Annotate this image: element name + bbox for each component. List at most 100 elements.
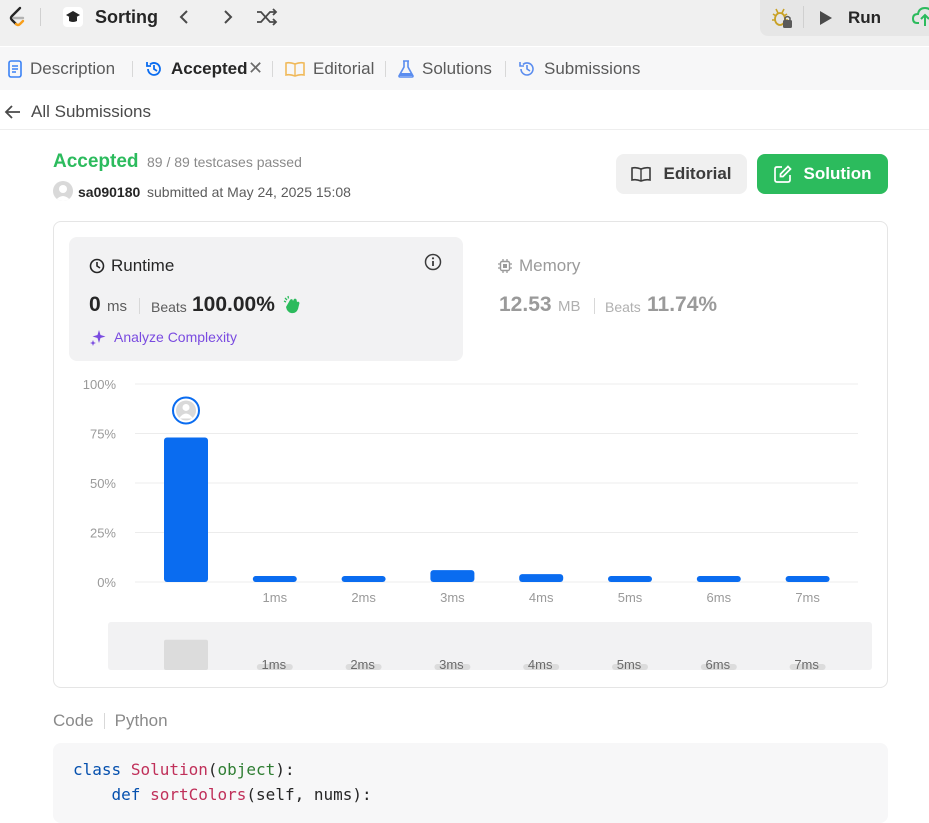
divider — [505, 61, 506, 77]
range-selector-bar — [164, 639, 208, 670]
memory-beats-value: 11.74% — [647, 293, 718, 316]
divider — [594, 298, 595, 314]
chart-bar — [785, 576, 830, 582]
range-selector-label: 3ms — [439, 657, 464, 672]
range-selector-label: 6ms — [706, 657, 731, 672]
tab-accepted[interactable]: Accepted — [145, 57, 248, 81]
chevron-left-icon — [179, 10, 188, 24]
tab-label: Editorial — [313, 59, 375, 78]
x-tick-label: 6ms — [707, 590, 732, 605]
runtime-title: Runtime — [89, 256, 174, 276]
x-tick-label: 4ms — [529, 590, 554, 605]
book-icon — [285, 61, 305, 77]
divider — [40, 8, 41, 26]
code-header: Code Python — [53, 711, 168, 731]
range-selector-label: 1ms — [262, 657, 287, 672]
tab-label: Submissions — [544, 59, 641, 78]
analyze-complexity-link[interactable]: Analyze Complexity — [89, 328, 237, 346]
range-selector-label: 4ms — [528, 657, 553, 672]
runtime-unit: ms — [107, 298, 127, 315]
debugger-icon[interactable] — [768, 5, 794, 31]
chart-bar — [164, 437, 208, 582]
editorial-button[interactable]: Editorial — [616, 154, 747, 194]
tab-label: Accepted — [171, 59, 248, 78]
random-problem-button[interactable] — [254, 4, 280, 30]
username[interactable]: sa090180 — [78, 184, 140, 200]
chart-bar — [252, 576, 297, 582]
range-selector-label: 2ms — [350, 657, 375, 672]
tab-label: Solutions — [422, 59, 492, 78]
chevron-right-icon — [224, 10, 233, 24]
memory-title-label: Memory — [519, 256, 581, 275]
runtime-value: 0 — [89, 293, 101, 316]
chart-bar — [519, 574, 564, 582]
memory-value: 12.53 — [499, 293, 552, 316]
testcases-passed: 89 / 89 testcases passed — [147, 154, 302, 170]
divider — [103, 713, 105, 729]
tab-editorial[interactable]: Editorial — [285, 57, 374, 81]
clock-icon — [89, 258, 105, 274]
divider — [139, 298, 140, 314]
arrow-left-icon[interactable] — [3, 102, 23, 122]
all-submissions-link[interactable]: All Submissions — [31, 102, 151, 122]
leetcode-logo-icon[interactable] — [6, 5, 30, 29]
y-tick-label: 50% — [90, 476, 116, 491]
y-tick-label: 75% — [90, 427, 116, 442]
history-icon — [519, 62, 534, 76]
book-icon — [631, 166, 652, 182]
next-problem-button[interactable] — [215, 4, 241, 30]
code-line-2: def sortColors(self, nums): — [111, 785, 372, 804]
runtime-beats-value: 100.00% — [192, 293, 275, 316]
solution-button[interactable]: Solution — [757, 154, 888, 194]
code-section-label: Code — [53, 711, 94, 730]
submission-status: Accepted — [53, 151, 139, 172]
problem-list-icon[interactable] — [62, 6, 84, 28]
solution-button-label: Solution — [803, 164, 872, 183]
y-tick-label: 0% — [97, 575, 116, 590]
edit-icon — [773, 165, 792, 183]
memory-tab[interactable]: Memory — [497, 256, 580, 276]
document-icon — [8, 60, 22, 78]
x-tick-label: 7ms — [795, 590, 820, 605]
cloud-upload-icon[interactable] — [912, 4, 929, 30]
avatar[interactable] — [53, 181, 73, 201]
back-row: All Submissions — [0, 96, 929, 130]
y-tick-label: 100% — [83, 377, 117, 392]
code-language: Python — [114, 711, 168, 730]
divider — [132, 61, 133, 77]
run-label: Run — [848, 8, 882, 27]
problem-list-title[interactable]: Sorting — [95, 7, 158, 28]
tab-bar: Description Accepted ✕ Editorial Solutio… — [0, 47, 929, 90]
divider — [272, 61, 273, 77]
code-line-1: class Solution(object): — [73, 760, 295, 779]
divider — [385, 61, 386, 77]
memory-beats-label: Beats — [605, 299, 641, 315]
top-bar: Sorting Run — [0, 0, 929, 46]
tab-solutions[interactable]: Solutions — [398, 57, 492, 81]
memory-unit: MB — [558, 298, 581, 315]
play-icon — [820, 11, 832, 25]
x-tick-label: 3ms — [440, 590, 465, 605]
analyze-complexity-label: Analyze Complexity — [114, 329, 237, 345]
editorial-button-label: Editorial — [663, 164, 732, 183]
chart-bar — [608, 576, 652, 582]
run-button[interactable]: Run — [816, 4, 896, 32]
chart-bar — [430, 570, 475, 582]
tab-description[interactable]: Description — [8, 57, 115, 81]
info-icon[interactable] — [424, 253, 442, 271]
range-selector-label: 5ms — [617, 657, 642, 672]
prev-problem-button[interactable] — [171, 4, 197, 30]
tab-submissions[interactable]: Submissions — [518, 57, 640, 81]
code-token: sortColors — [150, 785, 247, 804]
runtime-beats-label: Beats — [151, 299, 187, 315]
runtime-title-label: Runtime — [111, 256, 175, 275]
chart-bar — [341, 576, 386, 582]
code-token: Solution — [130, 760, 208, 779]
tab-label: Description — [30, 59, 116, 78]
code-block[interactable] — [53, 743, 888, 823]
user-avatar-head — [182, 403, 190, 411]
code-token: self, nums — [256, 785, 353, 804]
shuffle-icon — [257, 8, 278, 26]
close-tab-icon[interactable]: ✕ — [248, 58, 266, 78]
clapping-hands-icon — [283, 295, 300, 314]
